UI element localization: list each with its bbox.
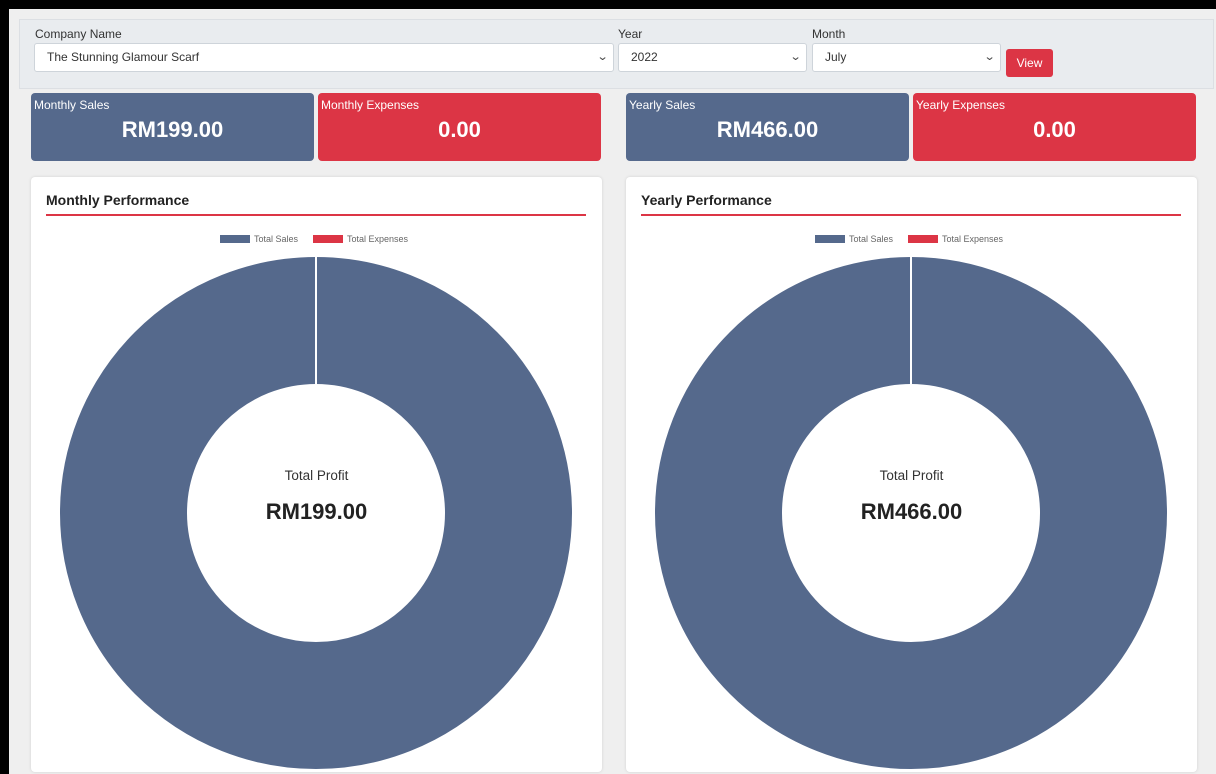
view-button[interactable]: View — [1006, 49, 1053, 77]
monthly-performance-card: Monthly Performance Total Sales Total Ex… — [31, 177, 602, 772]
company-select[interactable]: The Stunning Glamour Scarf ⌄ — [34, 43, 614, 72]
monthly-sales-value: RM199.00 — [121, 117, 224, 142]
chevron-down-icon: ⌄ — [596, 51, 609, 63]
monthly-performance-title: Monthly Performance — [46, 192, 586, 216]
filter-bar: Company Name The Stunning Glamour Scarf … — [19, 19, 1214, 89]
monthly-expenses-card: Monthly Expenses 0.00 — [318, 93, 601, 161]
legend-label-expenses: Total Expenses — [942, 234, 1004, 244]
monthly-profit-label: Total Profit — [284, 468, 349, 483]
yearly-profit-value: RM466.00 — [860, 499, 963, 524]
month-select-value: July — [825, 50, 847, 64]
dashboard-page: Company Name The Stunning Glamour Scarf … — [9, 9, 1216, 774]
legend-item-sales[interactable]: Total Sales — [220, 234, 298, 244]
month-select[interactable]: July ⌄ — [812, 43, 1001, 72]
year-select-value: 2022 — [631, 50, 658, 64]
monthly-profit-value: RM199.00 — [265, 499, 368, 524]
yearly-performance-title: Yearly Performance — [641, 192, 1181, 216]
yearly-sales-card: Yearly Sales RM466.00 — [626, 93, 909, 161]
company-select-value: The Stunning Glamour Scarf — [47, 50, 200, 64]
yearly-sales-value: RM466.00 — [716, 117, 819, 142]
yearly-profit-label: Total Profit — [879, 468, 944, 483]
monthly-sales-label: Monthly Sales — [34, 98, 110, 112]
yearly-sales-label: Yearly Sales — [629, 98, 696, 112]
legend-swatch-sales — [220, 235, 250, 243]
chart-legend: Total Sales Total Expenses — [31, 234, 602, 248]
year-select[interactable]: 2022 ⌄ — [618, 43, 807, 72]
monthly-expenses-label: Monthly Expenses — [321, 98, 420, 112]
legend-label-sales: Total Sales — [254, 234, 299, 244]
legend-swatch-expenses — [908, 235, 938, 243]
legend-swatch-sales — [815, 235, 845, 243]
yearly-expenses-card: Yearly Expenses 0.00 — [913, 93, 1196, 161]
yearly-performance-card: Yearly Performance Total Sales Total Exp… — [626, 177, 1197, 772]
legend-item-expenses[interactable]: Total Expenses — [313, 234, 408, 244]
chevron-down-icon: ⌄ — [983, 51, 996, 63]
legend-label-sales: Total Sales — [849, 234, 894, 244]
chevron-down-icon: ⌄ — [789, 51, 802, 63]
yearly-expenses-value: 0.00 — [1033, 117, 1076, 142]
legend-swatch-expenses — [313, 235, 343, 243]
monthly-sales-card: Monthly Sales RM199.00 — [31, 93, 314, 161]
legend-label-expenses: Total Expenses — [347, 234, 409, 244]
chart-legend: Total Sales Total Expenses — [626, 234, 1197, 248]
monthly-expenses-value: 0.00 — [438, 117, 481, 142]
company-name-label: Company Name — [35, 27, 122, 41]
yearly-expenses-label: Yearly Expenses — [916, 98, 1005, 112]
legend-item-expenses[interactable]: Total Expenses — [908, 234, 1003, 244]
year-label: Year — [618, 27, 643, 41]
month-label: Month — [812, 27, 846, 41]
legend-item-sales[interactable]: Total Sales — [815, 234, 893, 244]
